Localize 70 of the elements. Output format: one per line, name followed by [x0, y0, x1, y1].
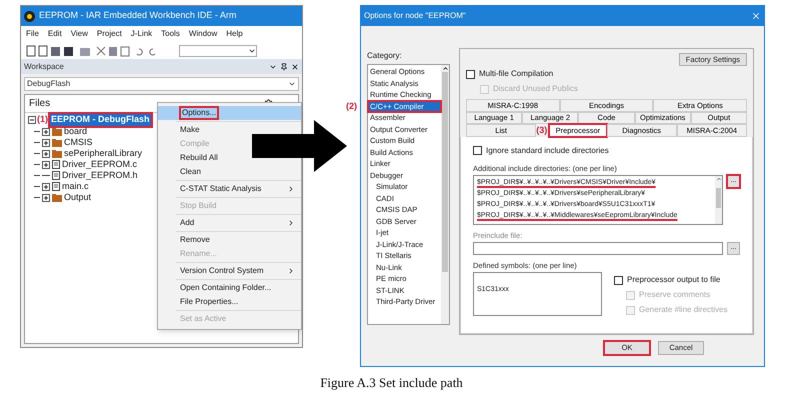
- menu-item[interactable]: C-STAT Static Analysis: [176, 182, 301, 196]
- arrow-icon: [252, 120, 347, 172]
- checkbox-label: Generate #line directives: [639, 304, 728, 316]
- menu-item[interactable]: Tools: [161, 28, 180, 40]
- tree-item[interactable]: CMSIS: [64, 136, 93, 150]
- menu-item[interactable]: J-Link: [130, 28, 152, 40]
- tree-item[interactable]: board: [64, 124, 88, 138]
- menu-item[interactable]: File Properties...: [180, 296, 238, 308]
- close-icon[interactable]: [291, 62, 299, 70]
- collapse-icon[interactable]: [28, 116, 36, 124]
- pin-icon[interactable]: [280, 62, 288, 70]
- expand-icon[interactable]: [42, 182, 50, 190]
- expand-icon[interactable]: [42, 194, 50, 202]
- preinclude-field[interactable]: [473, 242, 723, 255]
- tree-item[interactable]: sePeripheralLibrary: [64, 146, 142, 160]
- menu-item[interactable]: View: [70, 28, 88, 40]
- panel-title: Workspace: [24, 60, 64, 72]
- scrollbar[interactable]: [441, 65, 449, 324]
- menu-item[interactable]: Rebuild All: [180, 152, 218, 164]
- menu-item[interactable]: File: [26, 28, 39, 40]
- checkbox-label: Ignore standard include directories: [486, 144, 609, 156]
- scrollbar[interactable]: [715, 176, 722, 224]
- checkbox-label: Discard Unused Publics: [493, 83, 578, 95]
- tree-item[interactable]: Output: [64, 190, 92, 204]
- checkbox-label: Preprocessor output to file: [627, 274, 720, 286]
- menu-item[interactable]: Make: [180, 124, 200, 136]
- menu-item[interactable]: Clean: [180, 166, 201, 178]
- file-icon: [52, 171, 60, 180]
- file-icon: [52, 160, 60, 169]
- folder-icon: [52, 128, 62, 136]
- window-title: EEPROM - IAR Embedded Workbench IDE - Arm: [39, 9, 236, 22]
- tree-item[interactable]: Driver_EEPROM.h: [62, 168, 138, 182]
- category-label: Category:: [367, 50, 403, 62]
- app-icon: [24, 10, 35, 22]
- tree-item[interactable]: Driver_EEPROM.c: [62, 158, 138, 172]
- folder-icon: [52, 138, 62, 146]
- expand-icon[interactable]: [42, 150, 50, 158]
- menu-item[interactable]: Help: [226, 28, 243, 40]
- scroll-up-icon[interactable]: [442, 65, 448, 72]
- include-directories-field[interactable]: [473, 174, 723, 225]
- checkbox[interactable]: [466, 70, 475, 78]
- tree-item[interactable]: main.c: [62, 180, 89, 194]
- checkbox[interactable]: [473, 146, 482, 155]
- window-title: Options for node "EEPROM": [364, 10, 466, 22]
- expand-icon[interactable]: [42, 128, 50, 136]
- annotation-label: (1): [37, 113, 48, 126]
- menu-item[interactable]: Open Containing Folder...: [180, 282, 272, 294]
- menu-item[interactable]: Edit: [48, 28, 62, 40]
- expand-icon[interactable]: [42, 160, 50, 168]
- file-icon: [52, 182, 60, 191]
- menu-item[interactable]: Version Control System: [176, 264, 301, 278]
- menu-item[interactable]: Add: [176, 216, 301, 230]
- menu-item[interactable]: Project: [96, 28, 122, 40]
- checkbox-label: Preserve comments: [639, 289, 710, 302]
- column-header: Files: [29, 97, 50, 111]
- annotation-label: (3): [536, 124, 548, 137]
- folder-icon: [52, 150, 62, 158]
- menu-item[interactable]: Options...: [158, 106, 301, 120]
- expand-icon[interactable]: [42, 138, 50, 146]
- figure-caption: Figure A.3 Set include path: [320, 374, 463, 392]
- checkbox[interactable]: [614, 276, 623, 285]
- checkbox-label: Multi-file Compilation: [479, 68, 554, 80]
- folder-icon: [52, 194, 62, 202]
- menu-item[interactable]: Remove: [180, 234, 210, 246]
- annotation-label: (2): [346, 100, 357, 113]
- tree-root-item[interactable]: EEPROM - DebugFlash: [49, 113, 152, 127]
- menu-item[interactable]: Window: [188, 28, 218, 40]
- combo-field[interactable]: [179, 44, 257, 56]
- dropdown-icon: [288, 80, 296, 88]
- configuration-dropdown[interactable]: DebugFlash: [24, 77, 299, 91]
